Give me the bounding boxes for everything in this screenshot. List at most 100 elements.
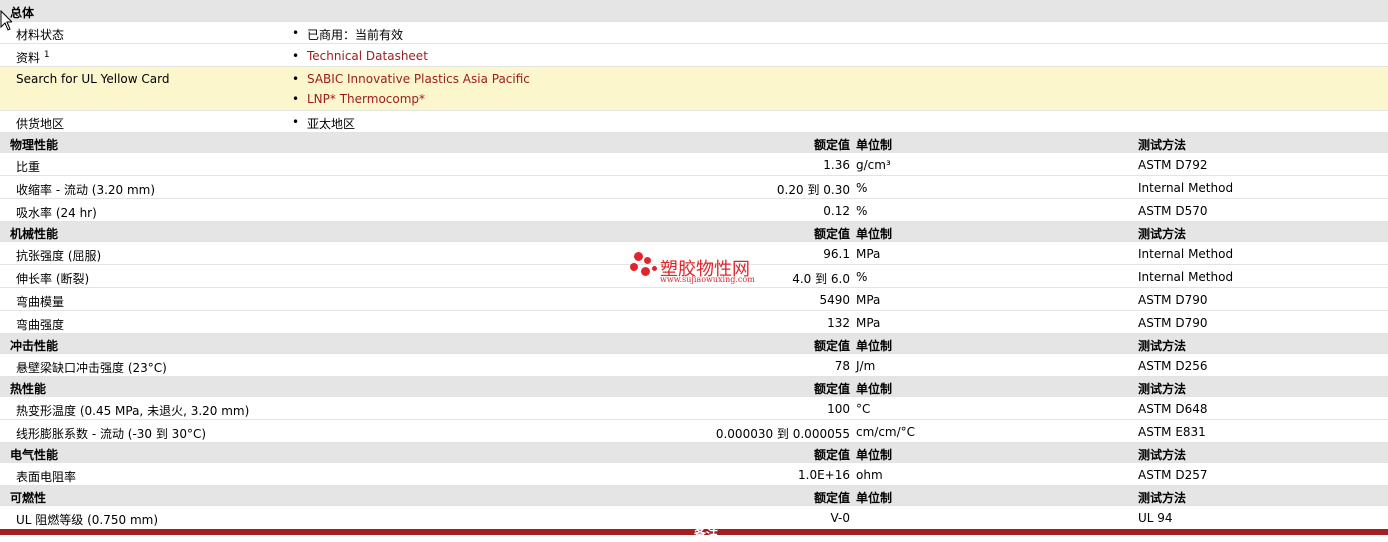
region-value: 亚太地区 [292, 115, 355, 132]
property-unit: ohm [856, 468, 883, 482]
property-method: Internal Method [1138, 247, 1234, 261]
mouse-pointer-icon [0, 10, 12, 31]
property-method: ASTM D790 [1138, 316, 1208, 330]
general-row-status: 材料状态 已商用：当前有效 [0, 22, 1388, 44]
section-title: 总体 [10, 6, 35, 20]
property-value: 0.000030 到 0.000055 [715, 427, 850, 441]
section-header-electrical: 电气性能 额定值 单位制 测试方法 [0, 443, 1388, 463]
property-unit: MPa [856, 247, 881, 261]
property-value: 100 [827, 402, 850, 416]
property-label: UL 阻燃等级 (0.750 mm) [16, 513, 159, 527]
property-method: UL 94 [1138, 511, 1173, 525]
general-row-docs: 资料 1 Technical Datasheet [0, 44, 1388, 67]
property-label: 弯曲强度 [16, 318, 65, 332]
property-row: 弯曲模量 5490 MPa ASTM D790 [0, 288, 1388, 311]
unit-header: 单位制 [856, 491, 893, 505]
row-label: 资料 1 [16, 50, 50, 65]
property-unit: % [856, 204, 868, 218]
property-value: 4.0 到 6.0 [792, 272, 850, 286]
method-header: 测试方法 [1138, 448, 1187, 462]
section-title: 电气性能 [10, 448, 59, 462]
property-method: ASTM D256 [1138, 359, 1208, 373]
property-method: ASTM D792 [1138, 158, 1208, 172]
section-title: 机械性能 [10, 227, 59, 241]
section-header-general: 总体 [0, 0, 1388, 22]
row-label: Search for UL Yellow Card [16, 72, 170, 86]
property-value: 96.1 [823, 247, 850, 261]
method-header: 测试方法 [1138, 339, 1187, 353]
property-row: 线形膨胀系数 - 流动 (-30 到 30°C) 0.000030 到 0.00… [0, 420, 1388, 443]
method-header: 测试方法 [1138, 138, 1187, 152]
property-unit: MPa [856, 316, 881, 330]
property-method: ASTM D257 [1138, 468, 1208, 482]
value-header: 额定值 [813, 138, 850, 152]
property-value: 1.36 [823, 158, 850, 172]
property-row: 热变形温度 (0.45 MPa, 未退火, 3.20 mm) 100 °C AS… [0, 397, 1388, 420]
property-label: 抗张强度 (屈服) [16, 249, 102, 263]
general-row-ul-card: Search for UL Yellow Card SABIC Innovati… [0, 67, 1388, 111]
property-value: V-0 [830, 511, 850, 525]
property-label: 弯曲模量 [16, 295, 65, 309]
property-label: 悬壁梁缺口冲击强度 (23°C) [16, 361, 167, 375]
section-header-mechanical: 机械性能 额定值 单位制 测试方法 [0, 222, 1388, 242]
property-unit: J/m [856, 359, 876, 373]
value-header: 额定值 [813, 448, 850, 462]
ul-item: LNP* Thermocomp* [292, 92, 425, 106]
property-method: Internal Method [1138, 270, 1234, 284]
method-header: 测试方法 [1138, 227, 1187, 241]
section-title: 冲击性能 [10, 339, 59, 353]
section-title: 热性能 [10, 382, 47, 396]
ul-item: SABIC Innovative Plastics Asia Pacific [292, 72, 530, 86]
unit-header: 单位制 [856, 448, 893, 462]
value-header: 额定值 [813, 227, 850, 241]
notes-label: 备注 [694, 527, 719, 541]
property-label: 热变形温度 (0.45 MPa, 未退火, 3.20 mm) [16, 404, 250, 418]
property-row: 悬壁梁缺口冲击强度 (23°C) 78 J/m ASTM D256 [0, 354, 1388, 377]
row-label: 供货地区 [16, 117, 65, 131]
property-unit: % [856, 270, 868, 284]
method-header: 测试方法 [1138, 382, 1187, 396]
unit-header: 单位制 [856, 227, 893, 241]
property-value: 132 [827, 316, 850, 330]
property-label: 吸水率 (24 hr) [16, 206, 97, 220]
property-row: 吸水率 (24 hr) 0.12 % ASTM D570 [0, 199, 1388, 222]
status-value: 已商用：当前有效 [292, 26, 403, 43]
property-row: 弯曲强度 132 MPa ASTM D790 [0, 311, 1388, 334]
row-label: 材料状态 [16, 28, 65, 42]
section-title: 物理性能 [10, 138, 59, 152]
section-title: 可燃性 [10, 491, 47, 505]
technical-datasheet-link[interactable]: Technical Datasheet [307, 49, 428, 63]
section-header-flammability: 可燃性 额定值 单位制 测试方法 [0, 486, 1388, 506]
property-unit: g/cm³ [856, 158, 891, 172]
property-method: Internal Method [1138, 181, 1234, 195]
footnote-marker: 1 [43, 50, 50, 60]
property-label: 线形膨胀系数 - 流动 (-30 到 30°C) [16, 427, 207, 441]
property-value: 1.0E+16 [798, 468, 850, 482]
sabic-link[interactable]: SABIC Innovative Plastics Asia Pacific [307, 72, 530, 86]
property-unit: MPa [856, 293, 881, 307]
property-unit: °C [856, 402, 871, 416]
property-row: 收缩率 - 流动 (3.20 mm) 0.20 到 0.30 % Interna… [0, 176, 1388, 199]
property-value: 5490 [819, 293, 850, 307]
property-method: ASTM E831 [1138, 425, 1206, 439]
property-row: 比重 1.36 g/cm³ ASTM D792 [0, 153, 1388, 176]
watermark-url: www.sujiaowuxing.com [660, 275, 755, 284]
section-header-thermal: 热性能 额定值 单位制 测试方法 [0, 377, 1388, 397]
property-value: 0.20 到 0.30 [776, 183, 850, 197]
section-header-impact: 冲击性能 额定值 单位制 测试方法 [0, 334, 1388, 354]
lnp-thermocomp-link[interactable]: LNP* Thermocomp* [307, 92, 425, 106]
unit-header: 单位制 [856, 382, 893, 396]
property-method: ASTM D790 [1138, 293, 1208, 307]
datasheet-item: Technical Datasheet [292, 49, 428, 63]
section-header-physical: 物理性能 额定值 单位制 测试方法 [0, 133, 1388, 153]
property-value: 0.12 [823, 204, 850, 218]
property-unit: % [856, 181, 868, 195]
property-method: ASTM D648 [1138, 402, 1208, 416]
property-label: 比重 [16, 160, 41, 174]
unit-header: 单位制 [856, 339, 893, 353]
value-header: 额定值 [813, 382, 850, 396]
property-label: 收缩率 - 流动 (3.20 mm) [16, 183, 156, 197]
value-header: 额定值 [813, 491, 850, 505]
unit-header: 单位制 [856, 138, 893, 152]
method-header: 测试方法 [1138, 491, 1187, 505]
